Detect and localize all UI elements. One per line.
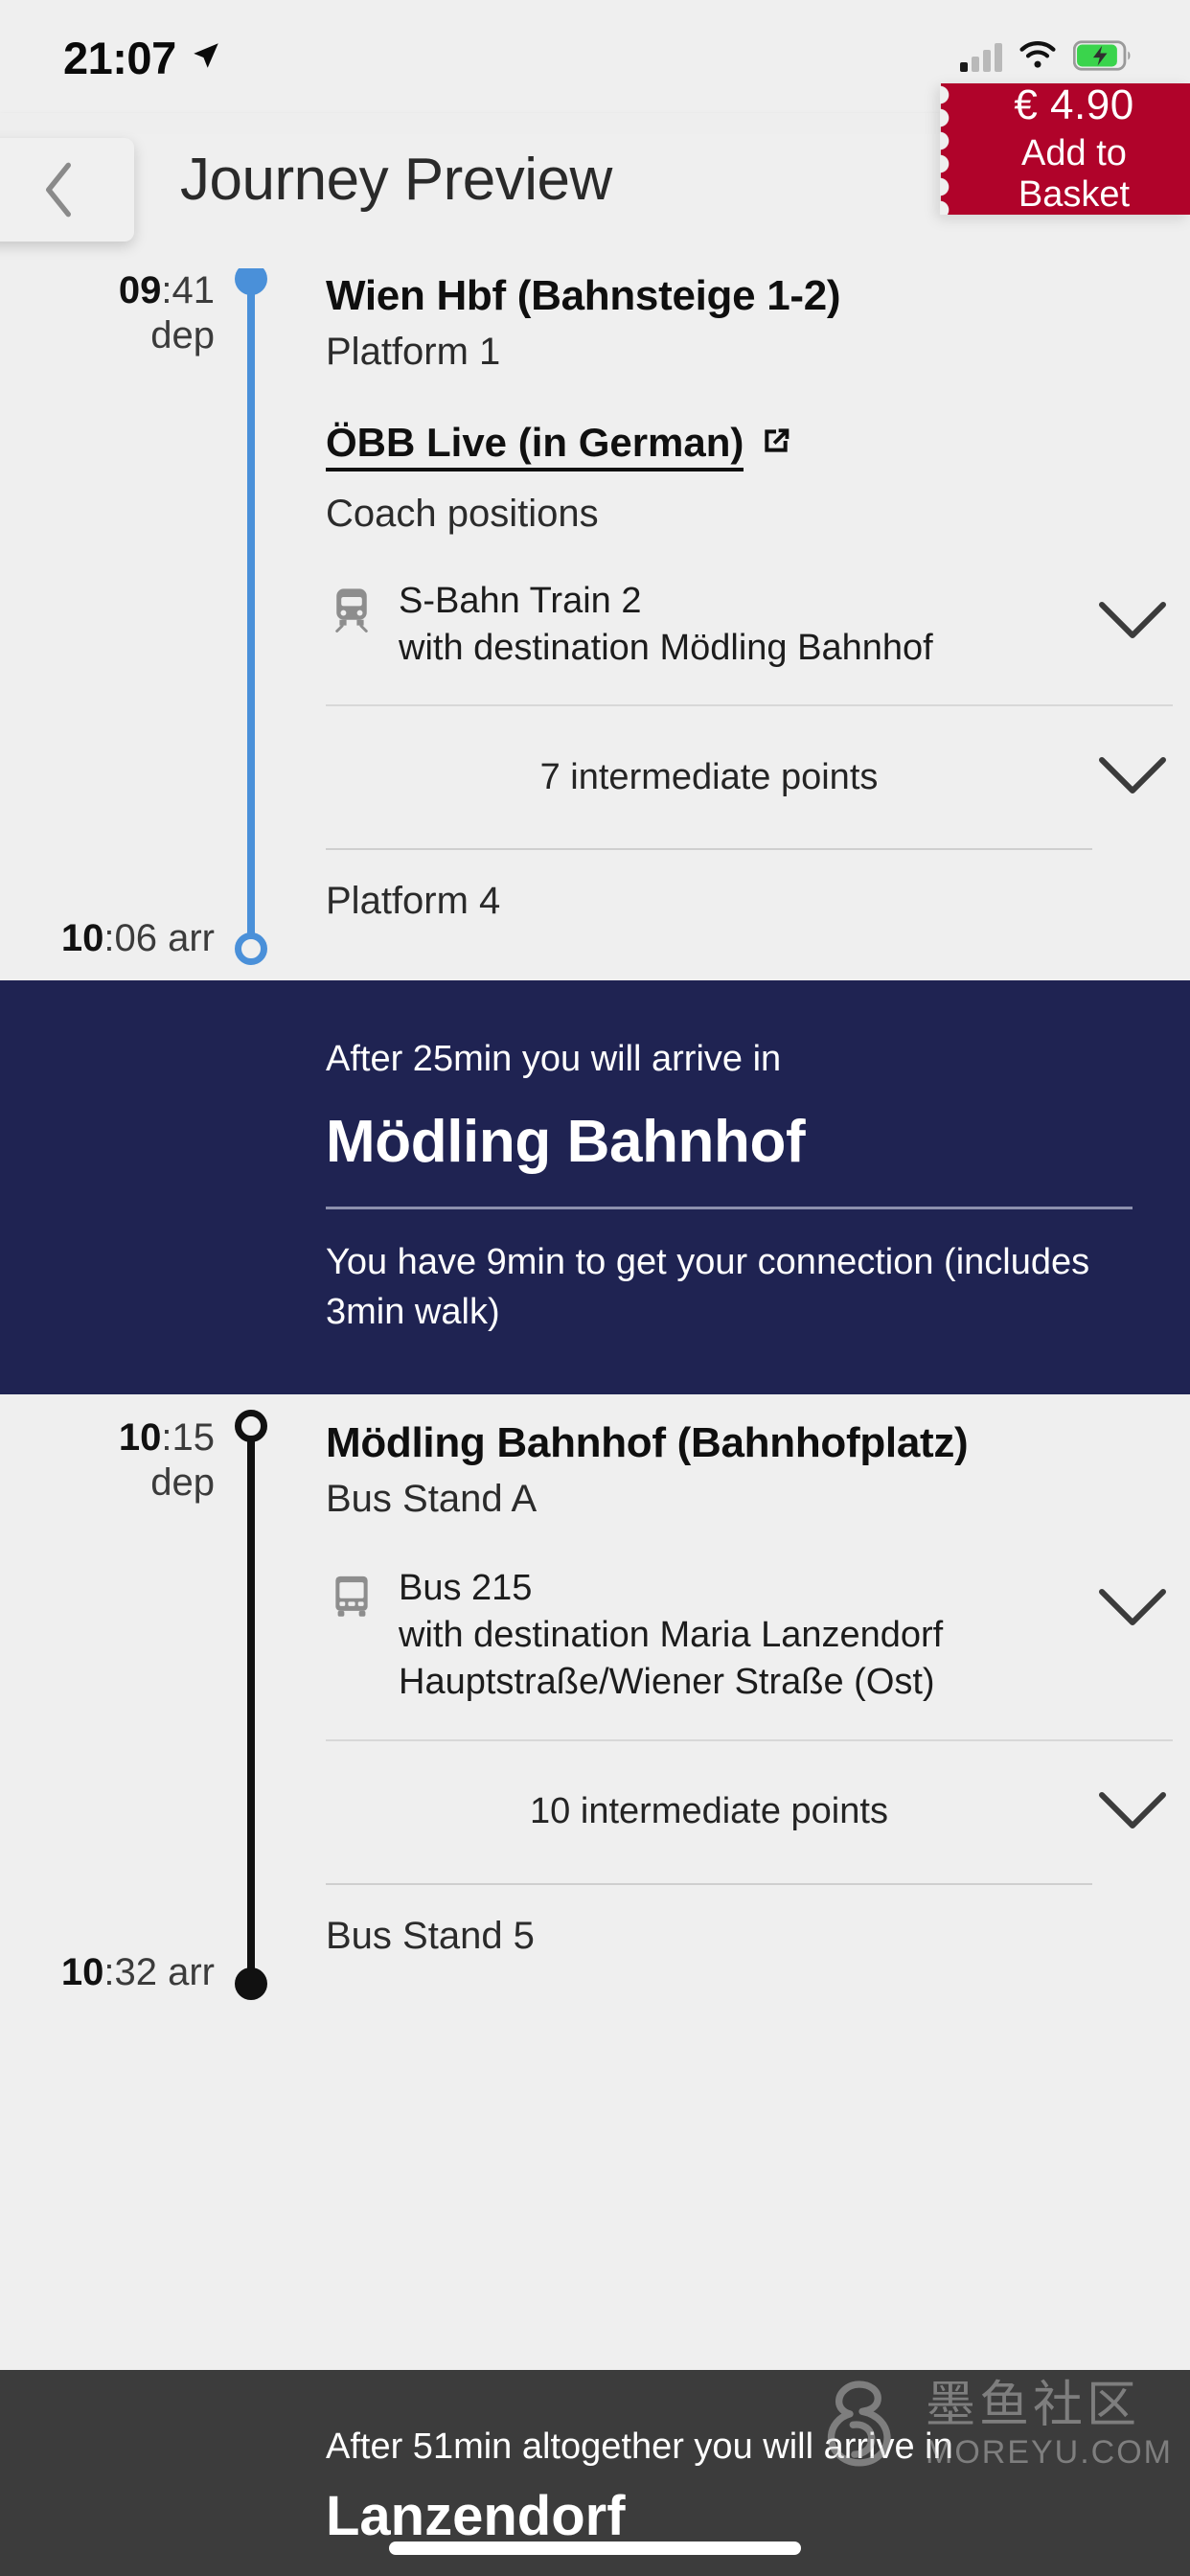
home-indicator[interactable] — [389, 2542, 801, 2555]
chevron-down-icon[interactable] — [1098, 754, 1167, 801]
arrive-platform-bus: Bus Stand 5 — [326, 1914, 535, 1957]
back-button[interactable] — [0, 138, 134, 242]
arrive-time-bus: 10:32 arr — [0, 1950, 215, 1995]
leg-bus-content: Mödling Bahnhof (Bahnhofplatz) Bus Stand… — [326, 1417, 1190, 1987]
chevron-down-icon[interactable] — [1098, 1789, 1167, 1836]
location-arrow-icon — [190, 39, 222, 77]
origin-platform-train: Platform 1 — [326, 330, 501, 373]
intermediate-points-label-bus: 10 intermediate points — [530, 1791, 888, 1832]
timeline-rail-train — [230, 247, 272, 980]
connection-note: You have 9min to get your connection (in… — [326, 1242, 1090, 1332]
bus-icon — [326, 1571, 378, 1627]
journey-leg-bus: 10:15 dep 10:32 arr Mödling Bahnhof (Bah… — [0, 1393, 1190, 2015]
intermediate-points-row-bus[interactable]: 10 intermediate points — [326, 1741, 1166, 1885]
connection-destination: Mödling Bahnhof — [326, 1108, 806, 1175]
status-bar-left: 21:07 — [63, 32, 222, 84]
origin-platform-bus: Bus Stand A — [326, 1477, 538, 1520]
service-text-bus: Bus 215 with destination Maria Lanzendor… — [399, 1565, 1067, 1707]
timeline-line — [247, 278, 255, 951]
depart-tag: dep — [150, 1461, 215, 1505]
service-name-bus: Bus 215 — [399, 1567, 533, 1608]
timeline-dot-arrive — [235, 1966, 267, 2000]
arrive-platform-row-train: Platform 4 — [326, 850, 1173, 952]
ticket-price: € 4.90 — [1014, 80, 1134, 128]
service-text-train: S-Bahn Train 2 with destination Mödling … — [399, 578, 933, 673]
origin-station-bus: Mödling Bahnhof (Bahnhofplatz) — [326, 1418, 969, 1466]
intermediate-points-label-train: 7 intermediate points — [539, 756, 879, 797]
wifi-icon — [1018, 40, 1058, 76]
journey-summary-footer: After 51min altogether you will arrive i… — [0, 2370, 1190, 2576]
ticket-action-line1: Add to — [1021, 133, 1127, 174]
connection-panel: After 25min you will arrive in Mödling B… — [0, 980, 1190, 1394]
add-to-basket-button[interactable]: € 4.90 Add to Basket — [940, 80, 1190, 215]
depart-minute: :41 — [161, 269, 215, 311]
obb-live-link[interactable]: ÖBB Live (in German) — [326, 420, 795, 472]
arrive-hour: 10 — [60, 1951, 104, 1994]
journey-body: 09:41 dep 10:06 arr Wien Hbf (Bahnsteige… — [0, 247, 1190, 2015]
timeline-dot-depart — [235, 1409, 267, 1442]
depart-hour: 10 — [118, 1415, 162, 1459]
summary-destination: Lanzendorf — [326, 2485, 626, 2548]
depart-tag: dep — [150, 314, 215, 357]
battery-charging-icon — [1072, 39, 1133, 76]
ticket-action-line2: Basket — [1018, 173, 1131, 215]
service-row-bus[interactable]: Bus 215 with destination Maria Lanzendor… — [326, 1565, 1173, 1741]
arrive-platform-train: Platform 4 — [326, 880, 501, 923]
chevron-down-icon[interactable] — [1098, 599, 1167, 646]
connection-divider — [326, 1207, 1133, 1210]
arrive-platform-row-bus: Bus Stand 5 — [326, 1885, 1173, 1987]
page-title: Journey Preview — [180, 147, 612, 213]
arrive-hour: 10 — [60, 917, 104, 960]
service-destination-bus: with destination Maria Lanzendorf Haupts… — [399, 1614, 944, 1703]
external-link-icon — [757, 422, 795, 470]
timeline-dot-arrive — [235, 932, 267, 966]
timeline-line — [247, 1424, 255, 1985]
arrive-minute: :06 arr — [103, 917, 215, 960]
phone-screen: 21:07 Journey Preview € 4.90 Add to Bask… — [0, 0, 1190, 2576]
service-destination-train: with destination Mödling Bahnhof — [399, 628, 933, 669]
status-time: 21:07 — [63, 32, 176, 83]
depart-time-bus: 10:15 dep — [0, 1415, 215, 1506]
depart-hour: 09 — [118, 269, 162, 311]
ticket-action-label: Add to Basket — [1018, 133, 1130, 215]
summary-lead: After 51min altogether you will arrive i… — [326, 2426, 953, 2467]
connection-lead: After 25min you will arrive in — [326, 1039, 782, 1080]
arrive-time-train: 10:06 arr — [0, 916, 215, 961]
depart-time-train: 09:41 dep — [0, 268, 215, 358]
leg-train-content: Wien Hbf (Bahnsteige 1-2) Platform 1 ÖBB… — [326, 270, 1190, 952]
journey-leg-train: 09:41 dep 10:06 arr Wien Hbf (Bahnsteige… — [0, 247, 1190, 981]
intermediate-points-row-train[interactable]: 7 intermediate points — [326, 706, 1166, 851]
chevron-left-icon — [41, 162, 76, 218]
origin-station-train: Wien Hbf (Bahnsteige 1-2) — [326, 272, 841, 319]
coach-positions-label: Coach positions — [326, 492, 599, 535]
train-icon — [326, 584, 378, 640]
service-name-train: S-Bahn Train 2 — [399, 580, 642, 621]
arrive-minute: :32 arr — [103, 1951, 215, 1994]
cellular-signal-icon — [960, 43, 1002, 72]
timeline-rail-bus — [230, 1394, 272, 2015]
service-row-train[interactable]: S-Bahn Train 2 with destination Mödling … — [326, 578, 1173, 707]
chevron-down-icon[interactable] — [1098, 1586, 1167, 1633]
status-bar-right — [960, 39, 1133, 76]
depart-minute: :15 — [161, 1415, 215, 1459]
obb-live-label: ÖBB Live (in German) — [326, 420, 744, 472]
